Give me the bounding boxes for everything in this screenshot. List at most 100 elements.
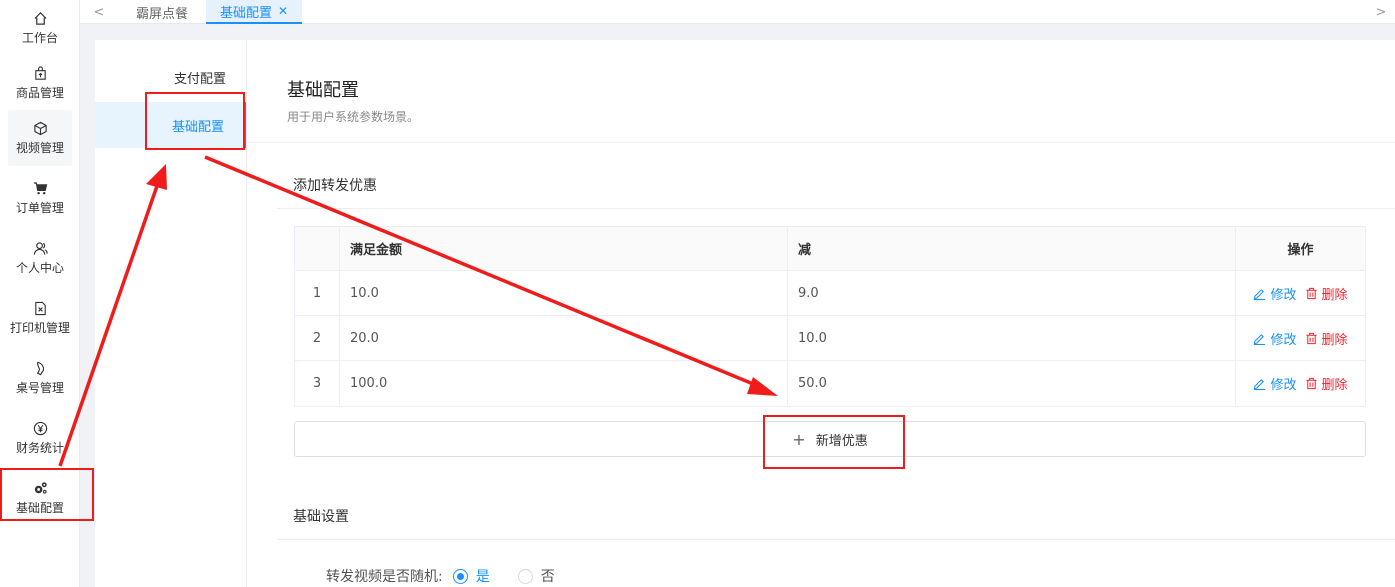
shopping-bag-icon [32, 65, 48, 81]
rail-item-profile[interactable]: 个人中心 [0, 230, 80, 286]
tab-basic-config[interactable]: 基础配置 ✕ [206, 0, 303, 24]
delete-label: 删除 [1321, 378, 1348, 393]
file-x-icon [32, 300, 48, 316]
rail-item-videos[interactable]: 视频管理 [8, 110, 72, 166]
edit-button[interactable]: 修改 [1253, 374, 1297, 393]
column-header-amount: 满足金额 [340, 227, 788, 270]
cell-actions: 修改 删除 [1236, 361, 1365, 406]
tab-scroll-left-icon[interactable]: < [88, 0, 110, 24]
gears-icon [32, 480, 48, 496]
edit-icon [1254, 379, 1266, 390]
tab-screen-ordering[interactable]: 霸屏点餐 [122, 0, 202, 24]
radio-label: 否 [540, 569, 555, 585]
home-icon [32, 10, 48, 26]
edit-button[interactable]: 修改 [1253, 284, 1297, 303]
cell-minus: 50.0 [788, 361, 1236, 406]
settings-content: 基础配置 用于用户系统参数场景。 添加转发优惠 满足金额 减 操作 1 10.0… [247, 40, 1395, 587]
random-video-label: 转发视频是否随机: [326, 569, 443, 585]
section-title-discount: 添加转发优惠 [293, 178, 377, 194]
delete-button[interactable]: 删除 [1305, 329, 1348, 348]
tab-scroll-right-icon[interactable]: > [1370, 0, 1392, 24]
cell-amount: 100.0 [340, 361, 788, 406]
radio-yes[interactable]: 是 [452, 566, 490, 586]
column-header-actions: 操作 [1287, 243, 1314, 258]
trash-icon [1305, 332, 1317, 344]
close-icon[interactable]: ✕ [278, 4, 288, 18]
divider [277, 208, 1395, 209]
subnav-item-payment[interactable]: 支付配置 [95, 54, 246, 100]
rail-item-label: 基础配置 [15, 501, 64, 515]
yen-icon [32, 420, 48, 436]
cell-minus: 10.0 [788, 316, 1236, 360]
rail-item-label: 打印机管理 [9, 321, 70, 335]
subnav-item-basic[interactable]: 基础配置 [95, 102, 246, 148]
radio-no[interactable]: 否 [517, 566, 555, 586]
column-header-index [295, 227, 340, 270]
page-subtitle: 用于用户系统参数场景。 [287, 110, 420, 124]
rail-item-finance[interactable]: 财务统计 [0, 410, 80, 466]
cell-actions: 修改 删除 [1236, 316, 1365, 360]
edit-label: 修改 [1270, 287, 1297, 303]
rail-item-label: 桌号管理 [15, 381, 64, 395]
trash-icon [1305, 377, 1317, 390]
edit-icon [1254, 288, 1266, 300]
rail-item-tables[interactable]: 桌号管理 [0, 350, 80, 406]
user-icon [32, 240, 48, 256]
tab-label: 霸屏点餐 [136, 6, 189, 22]
page-title: 基础配置 [287, 80, 359, 101]
edit-icon [1254, 333, 1266, 345]
add-discount-button[interactable]: + 新增优惠 [294, 421, 1366, 457]
edit-label: 修改 [1270, 332, 1297, 348]
edit-label: 修改 [1270, 378, 1297, 393]
row-index: 3 [295, 361, 340, 406]
section-title-basic: 基础设置 [293, 509, 349, 525]
table-row: 3 100.0 50.0 修改 删除 [295, 361, 1365, 406]
cell-amount: 10.0 [340, 271, 788, 315]
cell-minus: 9.0 [788, 271, 1236, 315]
tab-bar: < 霸屏点餐 基础配置 ✕ > [80, 0, 1395, 24]
settings-subnav: 支付配置 基础配置 [95, 40, 247, 587]
add-discount-label: 新增优惠 [815, 433, 868, 449]
edit-button[interactable]: 修改 [1253, 329, 1297, 348]
table-row: 1 10.0 9.0 修改 删除 [295, 271, 1365, 316]
plus-icon: + [792, 429, 806, 449]
row-index: 1 [295, 271, 340, 315]
table-header-row: 满足金额 减 操作 [295, 227, 1365, 271]
cart-icon [32, 180, 48, 196]
delete-button[interactable]: 删除 [1305, 284, 1348, 303]
cell-actions: 修改 删除 [1236, 271, 1365, 315]
rail-item-products[interactable]: 商品管理 [0, 55, 80, 111]
discount-table: 满足金额 减 操作 1 10.0 9.0 修改 删除 2 20.0 10.0 修… [294, 226, 1366, 407]
rail-item-orders[interactable]: 订单管理 [0, 170, 80, 226]
rail-item-basic-config[interactable]: 基础配置 [0, 470, 80, 526]
column-header-minus: 减 [788, 227, 1236, 270]
radio-label: 是 [475, 569, 490, 585]
delete-label: 删除 [1321, 332, 1348, 348]
radio-checked-icon [452, 568, 468, 584]
cell-amount: 20.0 [340, 316, 788, 360]
rail-item-label: 视频管理 [15, 141, 64, 155]
random-video-setting: 转发视频是否随机: 是 否 [326, 566, 555, 586]
rail-item-label: 商品管理 [15, 86, 64, 100]
row-index: 2 [295, 316, 340, 360]
delete-label: 删除 [1321, 287, 1348, 303]
settings-panel: 支付配置 基础配置 基础配置 用于用户系统参数场景。 添加转发优惠 满足金额 减… [95, 40, 1395, 587]
left-rail: 工作台 商品管理 视频管理 订单管理 个人中心 打印机管理 桌号管理 财务统计 … [0, 0, 80, 587]
subnav-item-label: 支付配置 [173, 71, 226, 87]
rail-item-label: 订单管理 [15, 201, 64, 215]
tag-icon [32, 360, 48, 376]
subnav-item-label: 基础配置 [171, 119, 224, 135]
delete-button[interactable]: 删除 [1305, 374, 1348, 393]
rail-item-workbench[interactable]: 工作台 [0, 0, 80, 56]
tab-label: 基础配置 [220, 5, 273, 21]
divider [277, 539, 1395, 540]
table-row: 2 20.0 10.0 修改 删除 [295, 316, 1365, 361]
rail-item-label: 个人中心 [15, 261, 64, 275]
rail-item-label: 财务统计 [15, 441, 64, 455]
trash-icon [1305, 287, 1317, 299]
cube-icon [32, 120, 48, 136]
radio-unchecked-icon [517, 568, 533, 584]
rail-item-printers[interactable]: 打印机管理 [0, 290, 80, 346]
divider [247, 142, 1395, 143]
rail-item-label: 工作台 [21, 31, 58, 45]
